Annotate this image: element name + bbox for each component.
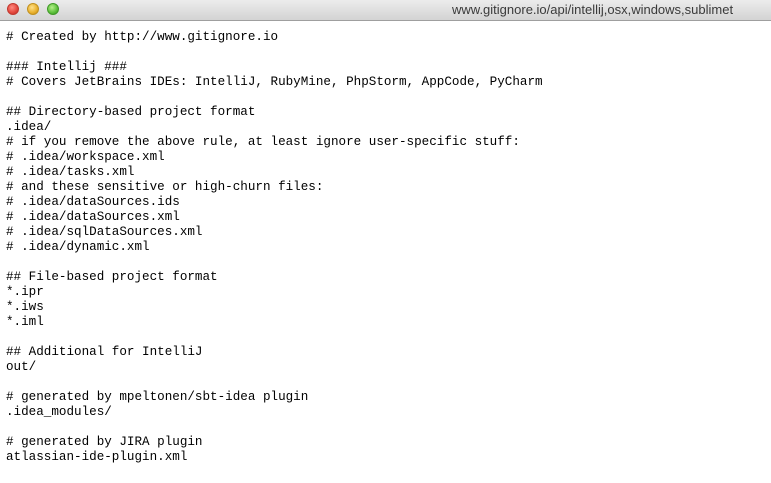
browser-window: www.gitignore.io/api/intellij,osx,window…: [0, 0, 771, 483]
text-line: .idea/: [6, 120, 52, 134]
text-line: # .idea/dynamic.xml: [6, 240, 150, 254]
text-line: # Covers JetBrains IDEs: IntelliJ, RubyM…: [6, 75, 543, 89]
text-line: [6, 330, 543, 345]
text-line: # .idea/dataSources.ids: [6, 195, 180, 209]
text-line: # Created by http://www.gitignore.io: [6, 30, 279, 44]
plain-text-content: # Created by http://www.gitignore.io ### …: [6, 30, 543, 465]
zoom-window-button[interactable]: [47, 3, 59, 15]
text-line: *.ipr: [6, 285, 44, 299]
text-line: # generated by mpeltonen/sbt-idea plugin: [6, 390, 309, 404]
text-line: # and these sensitive or high-churn file…: [6, 180, 324, 194]
window-title: www.gitignore.io/api/intellij,osx,window…: [452, 2, 734, 17]
text-line: [6, 90, 543, 105]
text-line: out/: [6, 360, 37, 374]
text-line: [6, 375, 543, 390]
text-line: # .idea/dataSources.xml: [6, 210, 180, 224]
text-line: *.iml: [6, 315, 44, 329]
minimize-window-button[interactable]: [27, 3, 39, 15]
text-line: *.iws: [6, 300, 44, 314]
text-line: # if you remove the above rule, at least…: [6, 135, 520, 149]
text-line: .idea_modules/: [6, 405, 112, 419]
text-line: ## Additional for IntelliJ: [6, 345, 203, 359]
close-window-button[interactable]: [7, 3, 19, 15]
text-line: [6, 255, 543, 270]
text-line: ## Directory-based project format: [6, 105, 256, 119]
text-line: ## File-based project format: [6, 270, 218, 284]
text-line: # .idea/sqlDataSources.xml: [6, 225, 203, 239]
text-line: atlassian-ide-plugin.xml: [6, 450, 188, 464]
text-line: # .idea/tasks.xml: [6, 165, 135, 179]
title-bar: www.gitignore.io/api/intellij,osx,window…: [0, 0, 771, 21]
text-line: # generated by JIRA plugin: [6, 435, 203, 449]
text-line: ### Intellij ###: [6, 60, 127, 74]
text-line: # .idea/workspace.xml: [6, 150, 165, 164]
text-line: [6, 45, 543, 60]
text-line: [6, 420, 543, 435]
